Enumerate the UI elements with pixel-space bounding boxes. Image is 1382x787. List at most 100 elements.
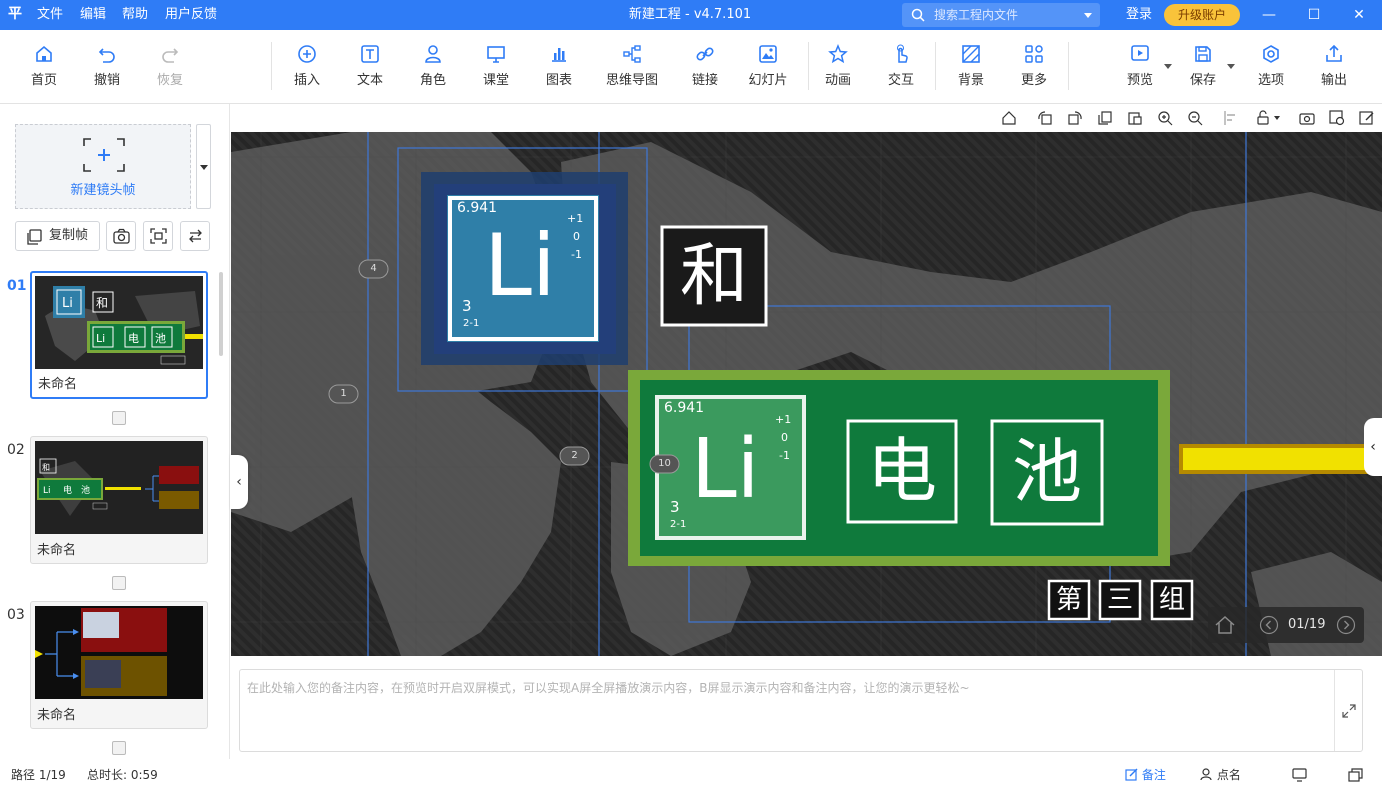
window-icon[interactable] bbox=[1348, 768, 1363, 782]
frame-caption: 未命名 bbox=[37, 708, 77, 723]
rotate-left-icon[interactable] bbox=[1037, 110, 1053, 126]
snapshot-button[interactable] bbox=[106, 221, 136, 251]
text-button[interactable]: 文本 bbox=[350, 44, 390, 94]
path-badge[interactable]: 1 bbox=[329, 385, 358, 403]
screenshot-camera-icon[interactable] bbox=[1299, 110, 1315, 126]
rollcall-button[interactable]: 点名 bbox=[1200, 763, 1241, 787]
mindmap-button[interactable]: 思维导图 bbox=[602, 44, 662, 94]
export-button[interactable]: 输出 bbox=[1314, 44, 1354, 94]
screen-icon[interactable] bbox=[1292, 768, 1307, 782]
animation-button[interactable]: 动画 bbox=[818, 44, 858, 94]
fit-frame-button[interactable] bbox=[143, 221, 173, 251]
chart-button[interactable]: 图表 bbox=[539, 44, 579, 94]
link-button[interactable]: 链接 bbox=[685, 44, 725, 94]
login-link[interactable]: 登录 bbox=[1126, 0, 1152, 30]
copy-frame-button[interactable]: 复制帧 bbox=[15, 221, 100, 251]
new-frame-button[interactable]: 新建镜头帧 bbox=[15, 124, 191, 209]
frame-navigator: 01/19 bbox=[1208, 607, 1364, 643]
mindmap-label: 思维导图 bbox=[605, 73, 658, 88]
rotate-right-icon[interactable] bbox=[1067, 110, 1083, 126]
path-badge[interactable]: 4 bbox=[359, 260, 388, 278]
redo-button[interactable]: 恢复 bbox=[150, 44, 190, 94]
oxidation-state: 0 bbox=[573, 230, 580, 243]
minimize-button[interactable]: — bbox=[1246, 0, 1292, 30]
animation-star-icon bbox=[828, 44, 848, 64]
notes-label: 备注 bbox=[1141, 768, 1166, 782]
role-label: 角色 bbox=[419, 73, 446, 88]
align-left-icon[interactable] bbox=[1223, 110, 1239, 126]
path-badge[interactable]: 2 bbox=[560, 447, 589, 465]
copy-icon[interactable] bbox=[1097, 110, 1113, 126]
hourglass-icon[interactable] bbox=[112, 741, 126, 755]
menu-feedback[interactable]: 用户反馈 bbox=[165, 0, 217, 30]
oxidation-state: +1 bbox=[775, 413, 792, 426]
menu-file[interactable]: 文件 bbox=[37, 0, 63, 30]
canvas-stage[interactable]: 6.941 Li +1 0 -1 3 2-1 和 6.941 Li +1 0 -… bbox=[231, 132, 1382, 656]
close-button[interactable]: ✕ bbox=[1336, 0, 1382, 30]
next-frame-icon[interactable] bbox=[1336, 615, 1356, 635]
paste-icon[interactable] bbox=[1127, 110, 1143, 126]
search-dropdown-icon[interactable] bbox=[1084, 13, 1092, 18]
electron-config: 2-1 bbox=[670, 519, 687, 530]
new-frame-dropdown[interactable] bbox=[196, 124, 211, 209]
undo-button[interactable]: 撤销 bbox=[87, 44, 127, 94]
hourglass-icon[interactable] bbox=[112, 576, 126, 590]
oxidation-state: -1 bbox=[779, 449, 790, 462]
frame-thumbnail-1[interactable]: Li 和 Li 电 池 未命名 bbox=[30, 271, 208, 399]
redo-icon bbox=[162, 48, 179, 63]
home-icon[interactable] bbox=[1214, 615, 1236, 635]
classroom-button[interactable]: 课堂 bbox=[476, 44, 516, 94]
home-button[interactable]: 首页 bbox=[24, 44, 64, 94]
zoom-out-icon[interactable] bbox=[1187, 110, 1203, 126]
svg-text:Li: Li bbox=[96, 332, 105, 345]
transition-button[interactable] bbox=[180, 221, 210, 251]
atomic-number: 3 bbox=[462, 297, 472, 315]
menu-help[interactable]: 帮助 bbox=[122, 0, 148, 30]
search-input[interactable]: 搜索工程内文件 bbox=[902, 3, 1100, 27]
preview-dropdown-icon[interactable] bbox=[1164, 64, 1172, 69]
svg-text:池: 池 bbox=[81, 484, 90, 496]
interaction-button[interactable]: 交互 bbox=[881, 44, 921, 94]
save-dropdown-icon[interactable] bbox=[1227, 64, 1235, 69]
lock-dropdown-icon[interactable] bbox=[1274, 116, 1280, 120]
collapse-left-panel-button[interactable]: ‹ bbox=[230, 455, 248, 509]
preview-label: 预览 bbox=[1126, 73, 1153, 88]
background-button[interactable]: 背景 bbox=[951, 44, 991, 94]
collapse-right-panel-button[interactable]: ‹ bbox=[1364, 418, 1382, 476]
options-button[interactable]: 选项 bbox=[1251, 44, 1291, 94]
save-button[interactable]: 保存 bbox=[1183, 44, 1235, 94]
zoom-in-icon[interactable] bbox=[1157, 110, 1173, 126]
insert-button[interactable]: 插入 bbox=[287, 44, 327, 94]
group-char: 三 bbox=[1106, 585, 1133, 615]
background-icon bbox=[962, 45, 980, 63]
frame-list-scrollbar[interactable] bbox=[219, 272, 223, 356]
char-chi: 池 bbox=[1012, 431, 1082, 513]
svg-text:Li: Li bbox=[43, 486, 51, 496]
frame-thumbnail-2[interactable]: 和 Li 电池 未命名 bbox=[30, 436, 208, 564]
export-label: 输出 bbox=[1320, 73, 1347, 88]
notes-toggle[interactable]: 备注 bbox=[1125, 763, 1166, 787]
slides-button[interactable]: 幻灯片 bbox=[745, 44, 791, 94]
interaction-label: 交互 bbox=[887, 73, 914, 88]
lock-icon[interactable] bbox=[1255, 110, 1271, 126]
rollcall-label: 点名 bbox=[1216, 768, 1241, 782]
toolbar-divider bbox=[808, 42, 809, 90]
notes-input[interactable]: 在此处输入您的备注内容，在预览时开启双屏模式，可以实现A屏全屏播放演示内容，B屏… bbox=[239, 669, 1363, 752]
role-button[interactable]: 角色 bbox=[413, 44, 453, 94]
home-view-icon[interactable] bbox=[1001, 110, 1017, 126]
canvas-toolbar bbox=[231, 104, 1382, 132]
previous-frame-icon[interactable] bbox=[1259, 615, 1279, 635]
char-dian: 电 bbox=[867, 430, 937, 512]
image-replace-icon[interactable] bbox=[1329, 110, 1345, 126]
upgrade-button[interactable]: 升级账户 bbox=[1164, 4, 1240, 26]
expand-notes-button[interactable] bbox=[1334, 670, 1362, 751]
preview-button[interactable]: 预览 bbox=[1120, 44, 1172, 94]
menu-edit[interactable]: 编辑 bbox=[80, 0, 106, 30]
pencil-icon bbox=[1125, 768, 1138, 781]
path-badge[interactable]: 10 bbox=[650, 455, 679, 473]
more-button[interactable]: 更多 bbox=[1014, 44, 1054, 94]
edit-icon[interactable] bbox=[1359, 110, 1375, 126]
hourglass-icon[interactable] bbox=[112, 411, 126, 425]
frame-thumbnail-3[interactable]: 未命名 bbox=[30, 601, 208, 729]
maximize-button[interactable]: ☐ bbox=[1291, 0, 1337, 30]
